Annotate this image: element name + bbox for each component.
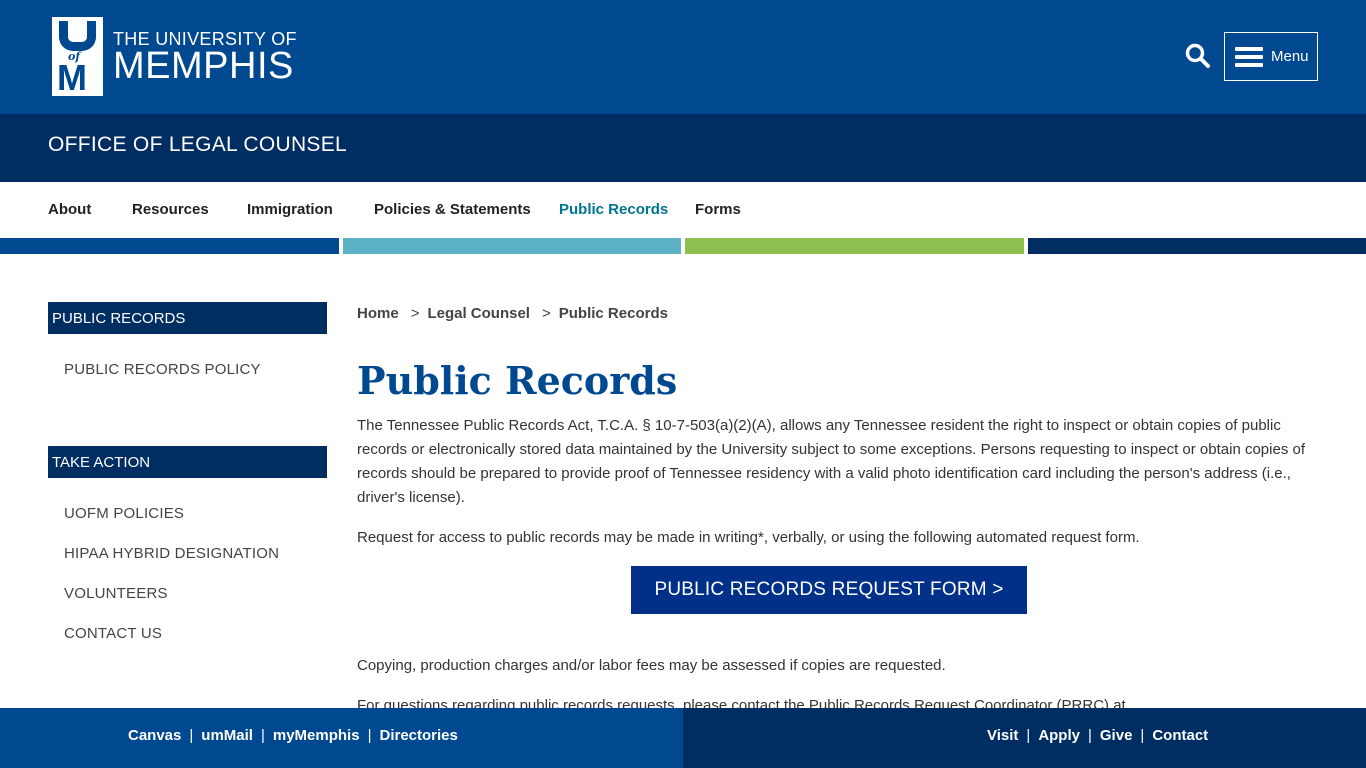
footer-separator: | bbox=[1087, 727, 1092, 744]
hamburger-icon bbox=[1235, 43, 1263, 71]
footer-right-links: Visit | Apply | Give | Contact bbox=[987, 727, 1208, 744]
sidebar-heading-take-action: TAKE ACTION bbox=[48, 446, 327, 478]
footer-link-ummail[interactable]: umMail bbox=[201, 727, 253, 744]
color-bar-teal bbox=[343, 238, 681, 254]
footer-separator: | bbox=[1140, 727, 1145, 744]
nav-item-resources[interactable]: Resources bbox=[132, 201, 209, 218]
footer-link-visit[interactable]: Visit bbox=[987, 727, 1018, 744]
search-icon bbox=[1185, 43, 1210, 68]
footer-separator: | bbox=[1026, 727, 1031, 744]
breadcrumb-home[interactable]: Home bbox=[357, 305, 399, 322]
nav-item-immigration[interactable]: Immigration bbox=[247, 201, 333, 218]
footer-link-apply[interactable]: Apply bbox=[1038, 727, 1080, 744]
footer-link-canvas[interactable]: Canvas bbox=[128, 727, 181, 744]
nav-item-policies-statements[interactable]: Policies & Statements bbox=[374, 201, 531, 218]
page-title: Public Records bbox=[357, 358, 678, 403]
footer-link-mymemphis[interactable]: myMemphis bbox=[273, 727, 360, 744]
breadcrumb-separator: > bbox=[541, 305, 551, 322]
breadcrumb-legal-counsel[interactable]: Legal Counsel bbox=[427, 305, 530, 322]
public-records-request-form-button[interactable]: PUBLIC RECORDS REQUEST FORM > bbox=[631, 566, 1027, 614]
logo-mark-u: U bbox=[59, 21, 96, 51]
footer-separator: | bbox=[260, 727, 265, 744]
breadcrumb-separator: > bbox=[410, 305, 420, 322]
sidebar-item-uofm-policies[interactable]: UOFM POLICIES bbox=[64, 505, 184, 522]
search-button[interactable] bbox=[1184, 42, 1212, 70]
footer-link-contact[interactable]: Contact bbox=[1152, 727, 1208, 744]
footer-link-directories[interactable]: Directories bbox=[379, 727, 457, 744]
footer-separator: | bbox=[367, 727, 372, 744]
color-bar-blue bbox=[0, 238, 339, 254]
intro-paragraph: The Tennessee Public Records Act, T.C.A.… bbox=[357, 417, 1305, 506]
footer-separator: | bbox=[189, 727, 194, 744]
footer-right: Visit | Apply | Give | Contact bbox=[683, 708, 1366, 768]
footer-left: Canvas | umMail | myMemphis | Directorie… bbox=[0, 708, 683, 768]
nav-item-forms[interactable]: Forms bbox=[695, 201, 741, 218]
sidebar-item-hipaa-hybrid-designation[interactable]: HIPAA HYBRID DESIGNATION bbox=[64, 545, 279, 562]
menu-button[interactable]: Menu bbox=[1224, 32, 1318, 81]
logo-wordmark: THE UNIVERSITY OF MEMPHIS bbox=[113, 30, 297, 87]
logo-mark: U of M bbox=[52, 17, 103, 96]
sidebar-item-contact-us[interactable]: CONTACT US bbox=[64, 625, 162, 642]
fees-paragraph: Copying, production charges and/or labor… bbox=[357, 657, 946, 674]
footer-link-give[interactable]: Give bbox=[1100, 727, 1133, 744]
nav-item-about[interactable]: About bbox=[48, 201, 91, 218]
nav-item-public-records[interactable]: Public Records bbox=[559, 201, 668, 218]
sidebar-item-public-records-policy[interactable]: PUBLIC RECORDS POLICY bbox=[64, 361, 261, 378]
university-logo[interactable]: U of M THE UNIVERSITY OF MEMPHIS bbox=[52, 17, 297, 96]
office-bar: OFFICE OF LEGAL COUNSEL bbox=[0, 114, 1366, 182]
logo-line2: MEMPHIS bbox=[113, 44, 294, 87]
breadcrumb: Home > Legal Counsel > Public Records bbox=[357, 305, 672, 322]
menu-label: Menu bbox=[1271, 48, 1309, 65]
request-paragraph: Request for access to public records may… bbox=[357, 529, 1140, 546]
logo-mark-m: M bbox=[57, 57, 87, 98]
color-bar-green bbox=[685, 238, 1024, 254]
sidebar-heading-public-records: PUBLIC RECORDS bbox=[48, 302, 327, 334]
main-nav: About Resources Immigration Policies & S… bbox=[0, 182, 1366, 238]
sidebar-item-volunteers[interactable]: VOLUNTEERS bbox=[64, 585, 168, 602]
color-bar-navy bbox=[1028, 238, 1366, 254]
breadcrumb-current: Public Records bbox=[558, 305, 668, 322]
top-header: U of M THE UNIVERSITY OF MEMPHIS Menu bbox=[0, 0, 1366, 114]
footer-left-links: Canvas | umMail | myMemphis | Directorie… bbox=[128, 727, 458, 744]
office-title[interactable]: OFFICE OF LEGAL COUNSEL bbox=[48, 133, 347, 157]
